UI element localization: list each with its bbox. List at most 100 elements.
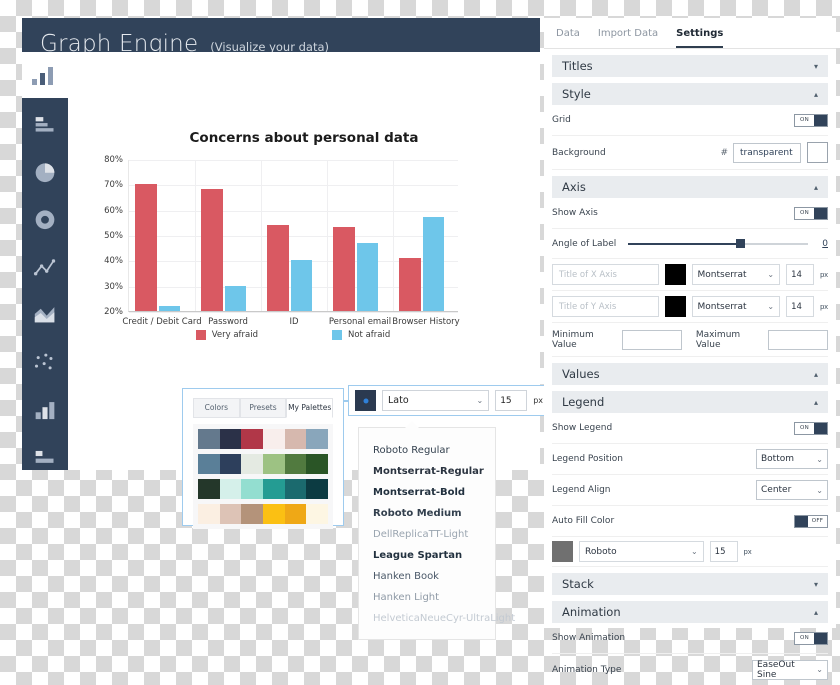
angle-slider-track[interactable] xyxy=(628,238,808,248)
animation-type-select[interactable]: EaseOut Sine ⌄ xyxy=(752,659,828,680)
palette-swatch[interactable] xyxy=(198,479,220,499)
x-axis-color-swatch[interactable] xyxy=(664,264,686,285)
font-option[interactable]: HelveticaNeueCyr-UltraLight xyxy=(359,608,515,629)
palette-swatch[interactable] xyxy=(219,429,242,449)
font-color-swatch[interactable] xyxy=(355,390,376,411)
minimum-value-input[interactable] xyxy=(622,329,682,350)
angle-slider[interactable]: 0 xyxy=(628,238,828,249)
chart-legend: Very afraid Not afraid xyxy=(128,330,458,340)
show-animation-toggle[interactable]: ON xyxy=(794,631,828,645)
x-axis-font-select[interactable]: Montserrat ⌄ xyxy=(691,264,781,285)
tab-settings[interactable]: Settings xyxy=(676,28,724,48)
palette-swatch[interactable] xyxy=(306,454,329,474)
legend-font-size-input[interactable]: 15 xyxy=(709,541,738,562)
palette-swatch[interactable] xyxy=(263,429,285,449)
bar-list-icon[interactable] xyxy=(30,112,60,138)
section-titles[interactable]: Titles ▾ xyxy=(552,55,828,77)
row-auto-fill-color: Auto Fill Color OFF xyxy=(552,506,828,537)
palette-swatch[interactable] xyxy=(263,454,285,474)
palette-swatch[interactable] xyxy=(198,454,220,474)
palette-swatch[interactable] xyxy=(241,504,264,524)
legend-align-select[interactable]: Center ⌄ xyxy=(756,480,828,500)
palette-swatch[interactable] xyxy=(241,454,264,474)
pie-chart-icon[interactable] xyxy=(30,160,60,186)
tab-data[interactable]: Data xyxy=(556,28,580,48)
palette-swatch[interactable] xyxy=(198,504,220,524)
section-values[interactable]: Values ▴ xyxy=(552,363,828,385)
row-legend-font: Roboto ⌄ 15 px xyxy=(552,537,828,567)
color-palette-popup[interactable]: Colors Presets My Palettes xyxy=(182,388,344,529)
font-family-select[interactable]: Lato ⌄ xyxy=(382,390,490,411)
app-sidebar[interactable] xyxy=(22,98,68,470)
panel-tabs[interactable]: Data Import Data Settings xyxy=(544,18,836,49)
x-axis-title-input[interactable]: Title of X Axis xyxy=(552,264,659,285)
y-axis-font-size-input[interactable]: 14 xyxy=(786,296,815,317)
grid-toggle[interactable]: ON xyxy=(794,113,828,127)
font-option[interactable]: Roboto Regular xyxy=(359,440,495,461)
column-chart-icon[interactable] xyxy=(30,397,60,423)
y-axis-color-swatch[interactable] xyxy=(664,296,686,317)
section-legend[interactable]: Legend ▴ xyxy=(552,391,828,413)
show-legend-toggle[interactable]: ON xyxy=(794,421,828,435)
palette-swatch-grid[interactable] xyxy=(193,424,333,529)
palette-swatch[interactable] xyxy=(241,429,264,449)
show-axis-toggle[interactable]: ON xyxy=(794,206,828,220)
section-animation[interactable]: Animation ▴ xyxy=(552,601,828,623)
font-option[interactable]: DellReplicaTT-Light xyxy=(359,524,495,545)
palette-tab-colors[interactable]: Colors xyxy=(193,398,240,418)
font-option[interactable]: Montserrat-Regular xyxy=(359,461,495,482)
legend-color-swatch[interactable] xyxy=(552,541,573,562)
palette-row[interactable] xyxy=(198,454,329,474)
font-family-dropdown-list[interactable]: Roboto Regular Montserrat-Regular Montserr… xyxy=(358,421,515,640)
auto-fill-color-toggle[interactable]: OFF xyxy=(794,514,828,528)
maximum-value-input[interactable] xyxy=(768,329,829,350)
palette-tab-my-palettes[interactable]: My Palettes xyxy=(286,398,334,418)
font-family-value: Lato xyxy=(388,395,409,406)
angle-slider-knob[interactable] xyxy=(736,238,746,248)
palette-swatch[interactable] xyxy=(198,429,220,449)
table-icon[interactable] xyxy=(30,445,60,471)
section-stack[interactable]: Stack ▾ xyxy=(552,573,828,595)
palette-row[interactable] xyxy=(198,479,329,499)
area-chart-icon[interactable] xyxy=(30,302,60,328)
line-chart-icon[interactable] xyxy=(30,255,60,281)
font-option[interactable]: Hanken Book xyxy=(359,566,495,587)
font-option[interactable]: League Spartan xyxy=(359,545,495,566)
y-axis-font-select[interactable]: Montserrat ⌄ xyxy=(691,296,781,317)
palette-swatch[interactable] xyxy=(306,479,329,499)
x-axis-font-size-input[interactable]: 14 xyxy=(786,264,815,285)
palette-swatch[interactable] xyxy=(284,504,307,524)
palette-swatch[interactable] xyxy=(306,504,329,524)
legend-position-select[interactable]: Bottom ⌄ xyxy=(756,449,828,469)
palette-swatch[interactable] xyxy=(219,479,242,499)
font-option[interactable]: Hanken Light xyxy=(359,587,495,608)
scatter-chart-icon[interactable] xyxy=(30,350,60,376)
section-style[interactable]: Style ▴ xyxy=(552,83,828,105)
palette-row[interactable] xyxy=(198,429,329,449)
palette-tabs[interactable]: Colors Presets My Palettes xyxy=(183,389,343,418)
palette-tab-presets[interactable]: Presets xyxy=(239,398,287,418)
font-option[interactable]: Roboto Medium xyxy=(359,503,495,524)
palette-swatch[interactable] xyxy=(263,504,285,524)
palette-swatch[interactable] xyxy=(284,429,307,449)
row-angle-of-label: Angle of Label 0 xyxy=(552,229,828,259)
row-background: Background # transparent xyxy=(552,136,828,170)
font-option[interactable]: Montserrat-Bold xyxy=(359,482,495,503)
palette-swatch[interactable] xyxy=(284,479,307,499)
y-axis-title-input[interactable]: Title of Y Axis xyxy=(552,296,659,317)
section-axis[interactable]: Axis ▴ xyxy=(552,176,828,198)
font-picker-field[interactable]: Lato ⌄ 15 px xyxy=(348,385,550,416)
palette-swatch[interactable] xyxy=(284,454,307,474)
palette-swatch[interactable] xyxy=(219,454,242,474)
legend-font-select[interactable]: Roboto ⌄ xyxy=(579,541,704,562)
palette-swatch[interactable] xyxy=(219,504,242,524)
donut-chart-icon[interactable] xyxy=(30,207,60,233)
font-size-input[interactable]: 15 xyxy=(495,390,528,411)
palette-swatch[interactable] xyxy=(263,479,285,499)
palette-swatch[interactable] xyxy=(241,479,264,499)
tab-import-data[interactable]: Import Data xyxy=(598,28,658,48)
background-color-swatch[interactable] xyxy=(807,142,828,163)
background-color-input[interactable]: transparent xyxy=(733,142,801,163)
palette-row[interactable] xyxy=(198,504,329,524)
palette-swatch[interactable] xyxy=(306,429,329,449)
